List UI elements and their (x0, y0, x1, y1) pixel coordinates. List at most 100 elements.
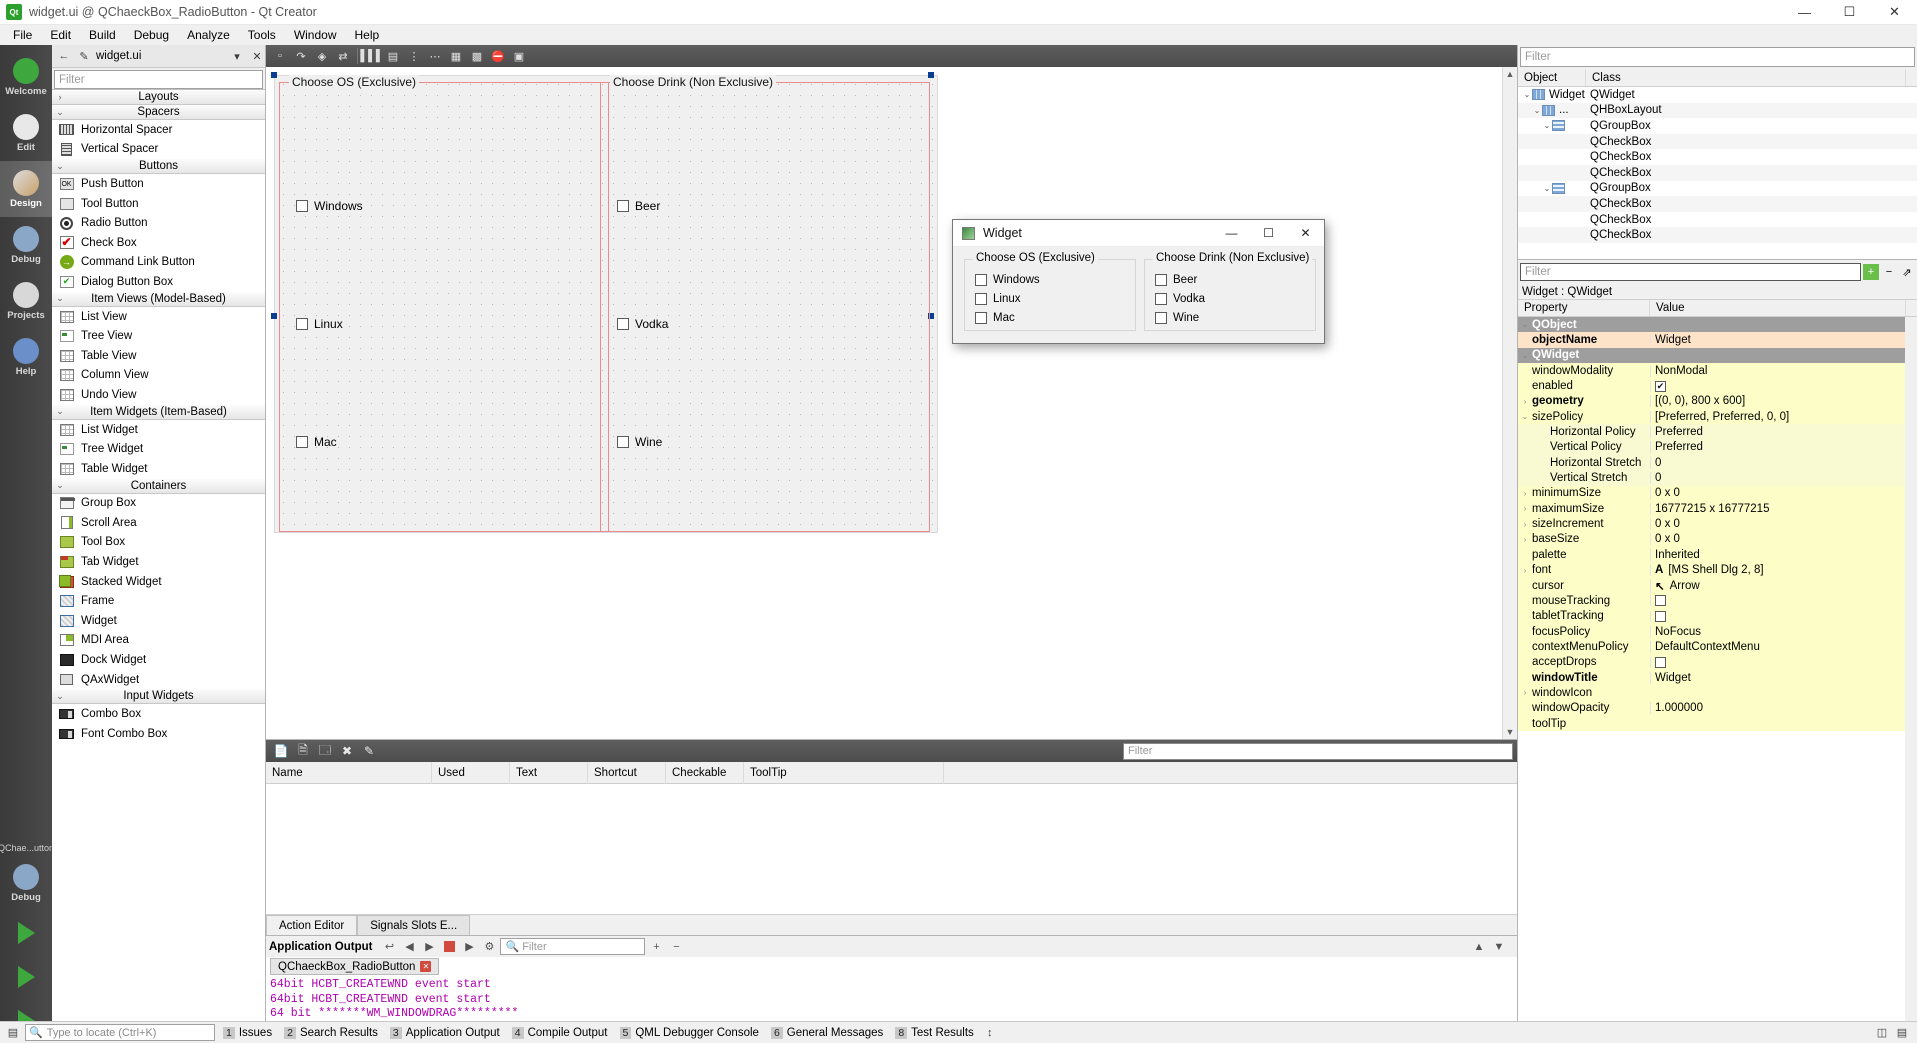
property-row[interactable]: › windowIcon (1518, 685, 1905, 701)
preview-checkbox-wine[interactable]: Wine (1155, 312, 1199, 324)
property-value[interactable]: 1.000000 (1650, 702, 1905, 715)
property-row[interactable]: mouseTracking (1518, 593, 1905, 609)
layout-splitter-v-icon[interactable]: ⋯ (425, 47, 445, 65)
locator-input[interactable]: 🔍 Type to locate (Ctrl+K) (25, 1024, 215, 1041)
property-value[interactable]: 16777215 x 16777215 (1650, 502, 1905, 515)
layout-form-icon[interactable]: ▩ (467, 47, 487, 65)
layout-vertically-icon[interactable]: ▤ (383, 47, 403, 65)
property-row[interactable]: palette Inherited (1518, 547, 1905, 563)
selection-handle[interactable] (928, 72, 934, 78)
property-row[interactable]: ⌄ QObject (1518, 317, 1905, 333)
property-row[interactable]: › baseSize 0 x 0 (1518, 531, 1905, 548)
preview-checkbox-windows[interactable]: Windows (975, 274, 1040, 286)
menu-help[interactable]: Help (346, 26, 389, 44)
action-column-text[interactable]: Text (510, 761, 588, 784)
next-item-icon[interactable]: ▶ (420, 938, 438, 956)
property-row[interactable]: ⌄ sizePolicy [Preferred, Preferred, 0, 0] (1518, 409, 1905, 425)
form-checkbox-windows[interactable]: Windows (296, 199, 363, 213)
form-checkbox-wine[interactable]: Wine (617, 435, 662, 449)
checkbox-square[interactable] (1155, 312, 1167, 324)
menu-analyze[interactable]: Analyze (178, 26, 239, 44)
property-value[interactable]: 0 x 0 (1650, 518, 1905, 531)
object-tree-row[interactable]: QCheckBox (1518, 133, 1917, 150)
property-row[interactable]: contextMenuPolicy DefaultContextMenu (1518, 639, 1905, 655)
close-output-icon[interactable]: ▼ (1490, 938, 1508, 956)
property-checkbox[interactable] (1655, 595, 1666, 607)
property-row[interactable]: › sizeIncrement 0 x 0 (1518, 516, 1905, 532)
property-row[interactable]: acceptDrops (1518, 654, 1905, 670)
close-tab-icon[interactable]: ✕ (420, 961, 432, 972)
close-document-icon[interactable]: ✕ (249, 48, 265, 64)
action-editor-body[interactable] (266, 784, 1517, 914)
chevron-down-icon[interactable]: ⌄ (1542, 184, 1552, 193)
property-row[interactable]: › geometry [(0, 0), 800 x 600] (1518, 393, 1905, 410)
widget-item-widget[interactable]: Widget (52, 611, 265, 631)
checkbox-square[interactable] (1155, 274, 1167, 286)
prev-item-icon[interactable]: ◀ (400, 938, 418, 956)
property-column-property[interactable]: Property (1518, 300, 1650, 316)
canvas-vertical-scrollbar[interactable]: ▲ ▼ (1502, 67, 1517, 739)
maximize-output-icon[interactable]: ▲ (1470, 938, 1488, 956)
mode-debug[interactable]: Debug (0, 217, 52, 273)
chevron-down-icon[interactable]: ⌄ (1542, 121, 1552, 130)
configure-property-button[interactable]: ⇗ (1899, 264, 1915, 280)
checkbox-square[interactable] (617, 318, 629, 330)
add-property-button[interactable]: + (1863, 264, 1879, 280)
selection-handle[interactable] (271, 313, 277, 319)
preview-maximize-icon[interactable]: ☐ (1250, 220, 1287, 247)
widget-item-table-view[interactable]: Table View (52, 346, 265, 366)
widget-item-radio-button[interactable]: Radio Button (52, 213, 265, 233)
widget-category-item-views-model-based[interactable]: ⌄ Item Views (Model-Based) (52, 291, 265, 307)
chevron-right-icon[interactable]: › (1518, 397, 1532, 406)
mode-help[interactable]: Help (0, 329, 52, 385)
widget-category-input-widgets[interactable]: ⌄ Input Widgets (52, 689, 265, 705)
back-icon[interactable]: ← (56, 48, 72, 64)
widget-category-item-widgets-item-based[interactable]: ⌄ Item Widgets (Item-Based) (52, 404, 265, 420)
split-view-icon[interactable]: ◫ (1873, 1025, 1891, 1041)
tab-action-editor[interactable]: Action Editor (266, 915, 358, 935)
minimize-icon[interactable]: — (1782, 0, 1827, 25)
chevron-right-icon[interactable]: › (1518, 688, 1532, 697)
output-search-input[interactable]: 🔍 Filter (500, 938, 646, 955)
widget-box-filter[interactable]: Filter (54, 70, 263, 89)
adjust-size-icon[interactable]: ▣ (509, 47, 529, 65)
property-value[interactable]: [Preferred, Preferred, 0, 0] (1650, 410, 1905, 423)
action-column-shortcut[interactable]: Shortcut (588, 761, 666, 784)
mode-edit[interactable]: Edit (0, 105, 52, 161)
widget-item-column-view[interactable]: Column View (52, 366, 265, 386)
chevron-down-icon[interactable]: ⌄ (1518, 412, 1532, 421)
property-row[interactable]: Horizontal Stretch 0 (1518, 455, 1905, 471)
form-checkbox-beer[interactable]: Beer (617, 199, 660, 213)
widget-item-stacked-widget[interactable]: Stacked Widget (52, 572, 265, 592)
property-row[interactable]: toolTip (1518, 715, 1905, 732)
property-row[interactable]: Horizontal Policy Preferred (1518, 424, 1905, 440)
checkbox-square[interactable] (617, 200, 629, 212)
hide-sidebar-icon[interactable]: ▤ (1893, 1025, 1911, 1041)
form-groupbox-os[interactable]: Choose OS (Exclusive) Windows Linux Mac (279, 75, 609, 532)
word-wrap-icon[interactable]: ↩ (380, 938, 398, 956)
open-file-name[interactable]: widget.ui (92, 50, 225, 62)
object-tree-row[interactable]: QCheckBox (1518, 212, 1917, 228)
property-value[interactable]: 0 (1650, 456, 1905, 469)
property-row[interactable]: Vertical Policy Preferred (1518, 439, 1905, 456)
mode-welcome[interactable]: Welcome (0, 49, 52, 105)
status-item-qml-debugger-console[interactable]: 5 QML Debugger Console (615, 1024, 764, 1041)
widget-category-buttons[interactable]: ⌄ Buttons (52, 159, 265, 175)
widget-item-dock-widget[interactable]: Dock Widget (52, 650, 265, 670)
preview-groupbox-os[interactable]: Choose OS (Exclusive) Windows Linux Mac (964, 252, 1136, 331)
property-value[interactable]: 0 x 0 (1650, 487, 1905, 500)
layout-splitter-h-icon[interactable]: ⋮ (404, 47, 424, 65)
mode-projects[interactable]: Projects (0, 273, 52, 329)
preview-checkbox-vodka[interactable]: Vodka (1155, 293, 1205, 305)
object-tree-row[interactable]: QCheckBox (1518, 227, 1917, 243)
delete-action-icon[interactable]: ✖ (336, 742, 358, 760)
form-groupbox-drink[interactable]: Choose Drink (Non Exclusive) Beer Vodka … (600, 75, 930, 532)
form-canvas[interactable]: Choose OS (Exclusive) Windows Linux Mac (266, 67, 1502, 739)
edit-widgets-icon[interactable]: ▫ (270, 47, 290, 65)
checkbox-square[interactable] (1155, 293, 1167, 305)
property-row[interactable]: windowModality NonModal (1518, 363, 1905, 379)
menu-window[interactable]: Window (285, 26, 346, 44)
status-item-compile-output[interactable]: 4 Compile Output (507, 1024, 613, 1041)
scroll-up-icon[interactable]: ▲ (1506, 69, 1515, 79)
preview-groupbox-drink[interactable]: Choose Drink (Non Exclusive) Beer Vodka (1144, 252, 1316, 331)
